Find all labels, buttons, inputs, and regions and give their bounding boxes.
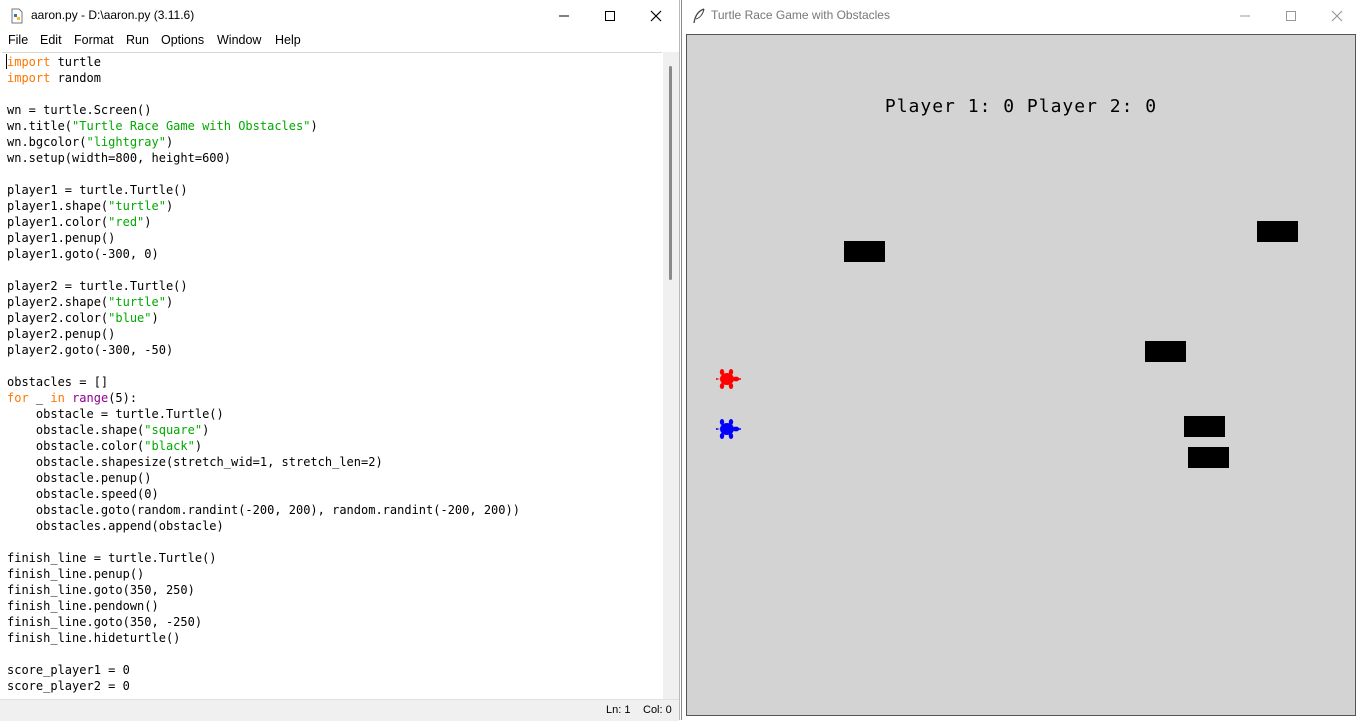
code-line[interactable]: obstacle.speed(0) <box>7 486 520 502</box>
code-line[interactable]: wn.setup(width=800, height=600) <box>7 150 520 166</box>
menu-options[interactable]: Options <box>161 33 204 47</box>
code-line[interactable] <box>7 534 520 550</box>
menu-window[interactable]: Window <box>217 33 261 47</box>
code-line[interactable]: obstacles = [] <box>7 374 520 390</box>
code-line[interactable]: player2.penup() <box>7 326 520 342</box>
code-editor[interactable]: import turtle import random wn = turtle.S… <box>2 52 662 700</box>
feather-icon <box>691 8 707 24</box>
code-line[interactable]: player2.color("blue") <box>7 310 520 326</box>
code-line[interactable]: finish_line.goto(350, -250) <box>7 614 520 630</box>
line-indicator: Ln: 1 <box>606 704 631 716</box>
code-line[interactable]: obstacles.append(obstacle) <box>7 518 520 534</box>
text-cursor <box>6 54 7 69</box>
code-line[interactable]: import random <box>7 70 520 86</box>
code-line[interactable] <box>7 86 520 102</box>
code-line[interactable]: obstacle.shape("square") <box>7 422 520 438</box>
code-line[interactable]: player2.goto(-300, -50) <box>7 342 520 358</box>
minimize-icon <box>1240 15 1250 16</box>
code-line[interactable]: player2 = turtle.Turtle() <box>7 278 520 294</box>
code-line[interactable]: wn.bgcolor("lightgray") <box>7 134 520 150</box>
turtle-graphics-window: Turtle Race Game with Obstacles Player 1… <box>681 0 1360 720</box>
code-line[interactable]: player2.shape("turtle") <box>7 294 520 310</box>
code-line[interactable]: finish_line.goto(350, 250) <box>7 582 520 598</box>
code-line[interactable] <box>7 262 520 278</box>
obstacle <box>1188 447 1229 468</box>
code-text[interactable]: import turtle import random wn = turtle.S… <box>7 54 520 694</box>
code-line[interactable]: player1.penup() <box>7 230 520 246</box>
code-line[interactable]: score_player1 = 0 <box>7 662 520 678</box>
code-line[interactable]: import turtle <box>7 54 520 70</box>
close-icon <box>650 10 662 21</box>
maximize-icon <box>605 10 615 21</box>
code-line[interactable]: wn = turtle.Screen() <box>7 102 520 118</box>
python-file-icon <box>9 8 25 24</box>
turtle-maximize-button[interactable] <box>1268 0 1314 31</box>
minimize-icon <box>559 15 569 16</box>
maximize-button[interactable] <box>587 0 633 31</box>
close-icon <box>1331 10 1343 21</box>
column-indicator: Col: 0 <box>643 704 672 716</box>
player1-turtle <box>716 369 741 389</box>
code-line[interactable]: for _ in range(5): <box>7 390 520 406</box>
idle-window-title: aaron.py - D:\aaron.py (3.11.6) <box>31 8 195 22</box>
vertical-scrollbar[interactable] <box>663 52 679 699</box>
code-line[interactable]: obstacle.color("black") <box>7 438 520 454</box>
menu-format[interactable]: Format <box>74 33 114 47</box>
code-line[interactable]: player1 = turtle.Turtle() <box>7 182 520 198</box>
code-line[interactable]: finish_line.hideturtle() <box>7 630 520 646</box>
status-bar: Ln: 1 Col: 0 <box>0 699 679 721</box>
code-line[interactable]: score_player2 = 0 <box>7 678 520 694</box>
idle-title-bar[interactable]: aaron.py - D:\aaron.py (3.11.6) <box>0 0 679 31</box>
obstacle <box>844 241 885 262</box>
scrollbar-thumb[interactable] <box>669 66 672 280</box>
idle-menu-bar: File Edit Format Run Options Window Help <box>0 31 679 51</box>
obstacle <box>1257 221 1298 242</box>
minimize-button[interactable] <box>541 0 587 31</box>
code-line[interactable]: wn.title("Turtle Race Game with Obstacle… <box>7 118 520 134</box>
code-line[interactable]: player1.goto(-300, 0) <box>7 246 520 262</box>
turtle-canvas[interactable]: Player 1: 0 Player 2: 0 <box>686 34 1356 716</box>
code-line[interactable] <box>7 166 520 182</box>
turtle-minimize-button[interactable] <box>1222 0 1268 31</box>
code-line[interactable] <box>7 358 520 374</box>
obstacle <box>1184 416 1225 437</box>
menu-edit[interactable]: Edit <box>40 33 62 47</box>
obstacle <box>1145 341 1186 362</box>
code-line[interactable] <box>7 646 520 662</box>
turtle-window-title: Turtle Race Game with Obstacles <box>711 8 890 22</box>
score-display: Player 1: 0 Player 2: 0 <box>884 96 1158 117</box>
maximize-icon <box>1286 10 1296 21</box>
idle-editor-window: aaron.py - D:\aaron.py (3.11.6) File Edi… <box>0 0 680 721</box>
turtle-close-button[interactable] <box>1314 0 1360 31</box>
code-line[interactable]: player1.color("red") <box>7 214 520 230</box>
menu-file[interactable]: File <box>8 33 28 47</box>
code-line[interactable]: obstacle.penup() <box>7 470 520 486</box>
turtle-title-bar[interactable]: Turtle Race Game with Obstacles <box>682 0 1360 31</box>
code-line[interactable]: finish_line.penup() <box>7 566 520 582</box>
code-line[interactable]: finish_line = turtle.Turtle() <box>7 550 520 566</box>
code-line[interactable]: finish_line.pendown() <box>7 598 520 614</box>
menu-help[interactable]: Help <box>275 33 301 47</box>
code-line[interactable]: obstacle.goto(random.randint(-200, 200),… <box>7 502 520 518</box>
code-line[interactable]: obstacle = turtle.Turtle() <box>7 406 520 422</box>
code-line[interactable]: obstacle.shapesize(stretch_wid=1, stretc… <box>7 454 520 470</box>
player2-turtle <box>716 419 741 439</box>
close-button[interactable] <box>633 0 679 31</box>
menu-run[interactable]: Run <box>126 33 149 47</box>
code-line[interactable]: player1.shape("turtle") <box>7 198 520 214</box>
